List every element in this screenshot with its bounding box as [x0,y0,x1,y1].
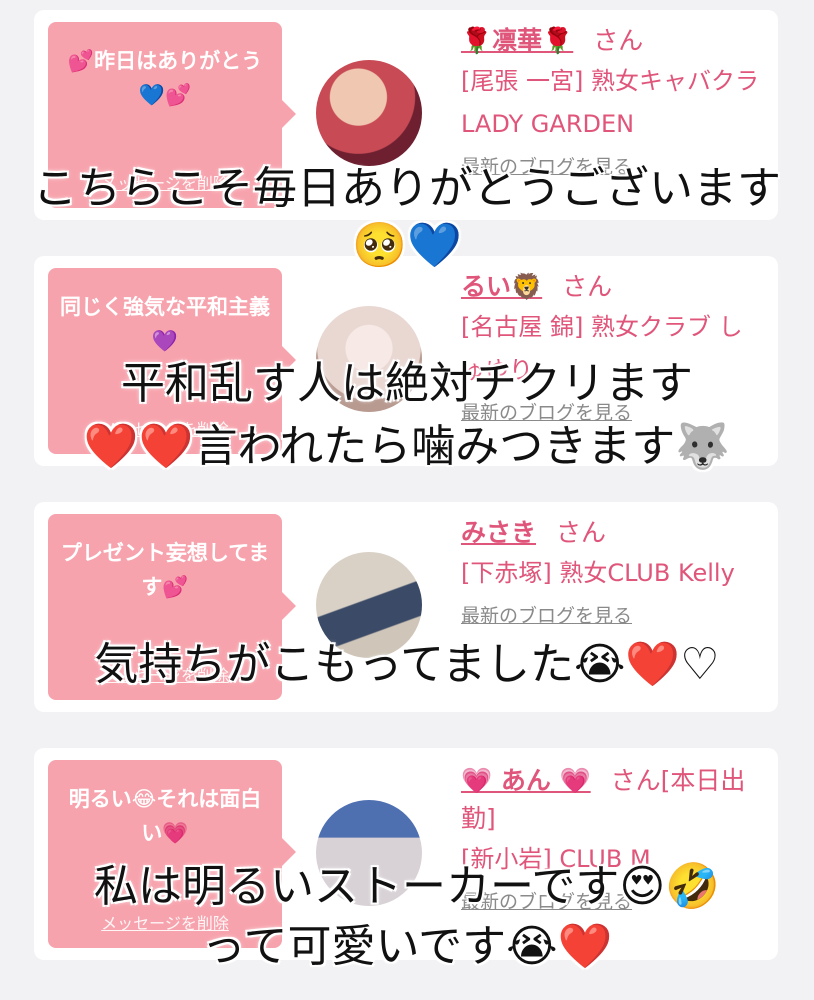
shop-name: [下赤塚] 熟女CLUB Kelly [461,559,735,587]
honorific: さん [562,272,613,301]
cast-name-link[interactable]: るい🦁 [461,272,542,301]
profile-info: 🌹凛華🌹 さん [尾張 一宮] 熟女キャバクラ LADY GARDEN 最新のブロ… [461,22,761,179]
name-line: 💗 あん 💗 さん[本日出勤] [461,762,761,838]
overlay-caption: 平和乱す人は絶対チクリます [121,358,693,409]
cast-name-link[interactable]: 💗 あん 💗 [461,766,591,795]
honorific: さん [556,518,607,547]
latest-blog-link[interactable]: 最新のブログを見る [461,601,761,628]
overlay-caption: こちらこそ毎日ありがとうございます🥺💙 [33,163,781,271]
honorific: さん [593,26,644,55]
shop-name: [尾張 一宮] 熟女キャバクラ LADY GARDEN [461,67,759,138]
overlay-caption: 気持ちがこもってました😭❤️♡ [94,639,720,690]
message-text: 💕昨日はありがとう💙💕 [67,49,263,107]
name-line: みさき さん [461,514,761,552]
overlay-caption: ❤️❤️言われたら噛みつきます🐺 [83,421,731,472]
overlay-caption: 私は明るいストーカーです😍🤣 [93,861,720,912]
name-line: 🌹凛華🌹 さん [461,22,761,60]
message-text: プレゼント妄想してます💕 [60,541,270,599]
overlay-caption: って可愛いです😭❤️ [201,921,613,972]
avatar[interactable] [316,60,422,166]
message-text: 明るい😂それは面白い💗 [68,787,262,845]
message-text: 同じく強気な平和主義💜 [60,295,270,353]
profile-info: みさき さん [下赤塚] 熟女CLUB Kelly 最新のブログを見る [461,514,761,628]
cast-name-link[interactable]: みさき [461,518,536,547]
cast-name-link[interactable]: 🌹凛華🌹 [461,26,573,55]
